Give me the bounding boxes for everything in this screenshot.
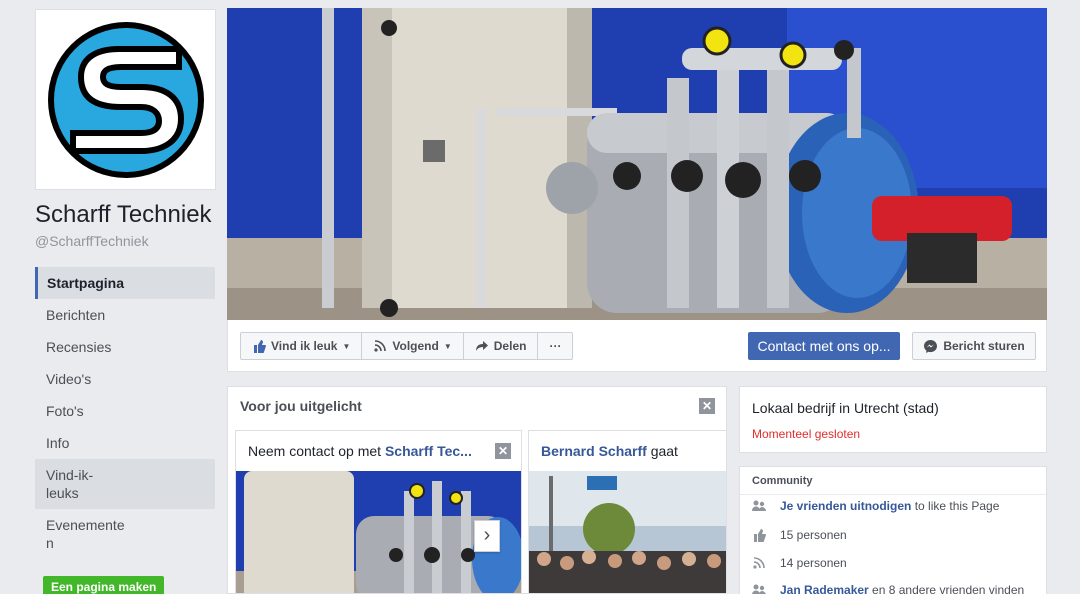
community-friends-row: Jan Rademaker en 8 andere vrienden vinde… <box>752 583 1024 594</box>
people-icon <box>752 583 766 594</box>
page-nav: Startpagina Berichten Recensies Video's … <box>35 267 215 559</box>
community-card: Community Je vrienden uitnodigen to like… <box>739 466 1047 594</box>
follows-count[interactable]: 14 personen <box>780 556 847 570</box>
boiler-installation-photo <box>227 8 1047 320</box>
more-icon: ··· <box>549 339 562 353</box>
card-person-suffix: gaat <box>646 443 678 459</box>
nav-item-info[interactable]: Info <box>35 427 215 459</box>
invite-suffix: to like this Page <box>911 499 1000 513</box>
business-category[interactable]: Lokaal bedrijf in Utrecht (stad) <box>752 400 939 416</box>
nav-item-berichten[interactable]: Berichten <box>35 299 215 331</box>
logo <box>40 14 211 185</box>
featured-card-contact[interactable]: Neem contact op met Scharff Tec... ✕ <box>235 430 522 593</box>
create-page-button[interactable]: Een pagina maken <box>43 576 165 594</box>
friend-name-link[interactable]: Jan Rademaker <box>780 583 869 594</box>
follow-button[interactable]: Volgend ▼ <box>362 333 464 359</box>
featured-card-bernard[interactable]: Bernard Scharff gaat <box>528 430 726 593</box>
featured-section: Voor jou uitgelicht ✕ Neem contact op me… <box>227 386 727 594</box>
nav-item-startpagina[interactable]: Startpagina <box>35 267 215 299</box>
event-crowd-thumbnail <box>529 471 726 593</box>
rss-icon <box>373 339 387 353</box>
friends-suffix: en 8 andere vrienden vinden <box>868 583 1025 594</box>
send-message-button[interactable]: Bericht sturen <box>912 332 1036 360</box>
people-icon <box>752 499 766 513</box>
community-title: Community <box>740 467 1046 495</box>
share-label: Delen <box>493 339 527 353</box>
page-title: Scharff Techniek <box>35 201 212 228</box>
business-info-card: Lokaal bedrijf in Utrecht (stad) Momente… <box>739 386 1047 453</box>
rss-icon <box>752 556 766 570</box>
card-header: Neem contact op met Scharff Tec... <box>236 431 521 471</box>
more-options-button[interactable]: ··· <box>538 333 572 359</box>
chevron-down-icon: ▼ <box>443 341 452 351</box>
likes-count[interactable]: 15 personen <box>780 528 847 542</box>
scharff-logo-icon <box>47 21 204 178</box>
close-icon[interactable]: ✕ <box>495 443 511 459</box>
card-contact-prefix: Neem contact op met <box>248 443 385 459</box>
like-label: Vind ik leuk <box>271 339 338 353</box>
nav-item-fotos[interactable]: Foto's <box>35 395 215 427</box>
opening-status[interactable]: Momenteel gesloten <box>752 427 860 441</box>
follow-label: Volgend <box>392 339 439 353</box>
thumbs-up-icon <box>752 528 766 542</box>
community-follows-row: 14 personen <box>752 556 847 570</box>
left-column: Scharff Techniek @ScharffTechniek Startp… <box>0 0 225 594</box>
action-button-group: Vind ik leuk ▼ Volgend ▼ Delen ··· <box>240 332 574 360</box>
messenger-icon <box>923 339 937 353</box>
nav-item-videos[interactable]: Video's <box>35 363 215 395</box>
invite-friends-link[interactable]: Je vrienden uitnodigen <box>780 499 911 513</box>
page-action-bar: Vind ik leuk ▼ Volgend ▼ Delen ··· Conta… <box>227 320 1047 372</box>
chevron-down-icon: ▼ <box>342 341 351 351</box>
community-likes-row: 15 personen <box>752 528 847 542</box>
card-header: Bernard Scharff gaat <box>529 431 726 471</box>
cover-photo[interactable] <box>227 8 1047 320</box>
close-icon[interactable]: ✕ <box>699 398 715 414</box>
send-message-label: Bericht sturen <box>943 339 1025 353</box>
carousel-next-button[interactable]: › <box>474 520 500 552</box>
contact-button[interactable]: Contact met ons op... <box>748 332 900 360</box>
share-button[interactable]: Delen <box>464 333 539 359</box>
nav-item-evenementen[interactable]: Evenemente n <box>35 509 215 559</box>
nav-item-vind-ik-leuks[interactable]: Vind-ik- leuks <box>35 459 215 509</box>
like-button[interactable]: Vind ik leuk ▼ <box>241 333 363 359</box>
share-arrow-icon <box>475 339 489 353</box>
community-invite-row: Je vrienden uitnodigen to like this Page <box>752 499 999 513</box>
thumbs-up-icon <box>252 339 266 353</box>
page-handle[interactable]: @ScharffTechniek <box>35 233 149 249</box>
nav-item-recensies[interactable]: Recensies <box>35 331 215 363</box>
card-person-name[interactable]: Bernard Scharff <box>541 443 647 459</box>
featured-title: Voor jou uitgelicht <box>240 398 362 414</box>
card-contact-name[interactable]: Scharff Tec... <box>385 443 472 459</box>
profile-picture[interactable] <box>35 9 216 190</box>
